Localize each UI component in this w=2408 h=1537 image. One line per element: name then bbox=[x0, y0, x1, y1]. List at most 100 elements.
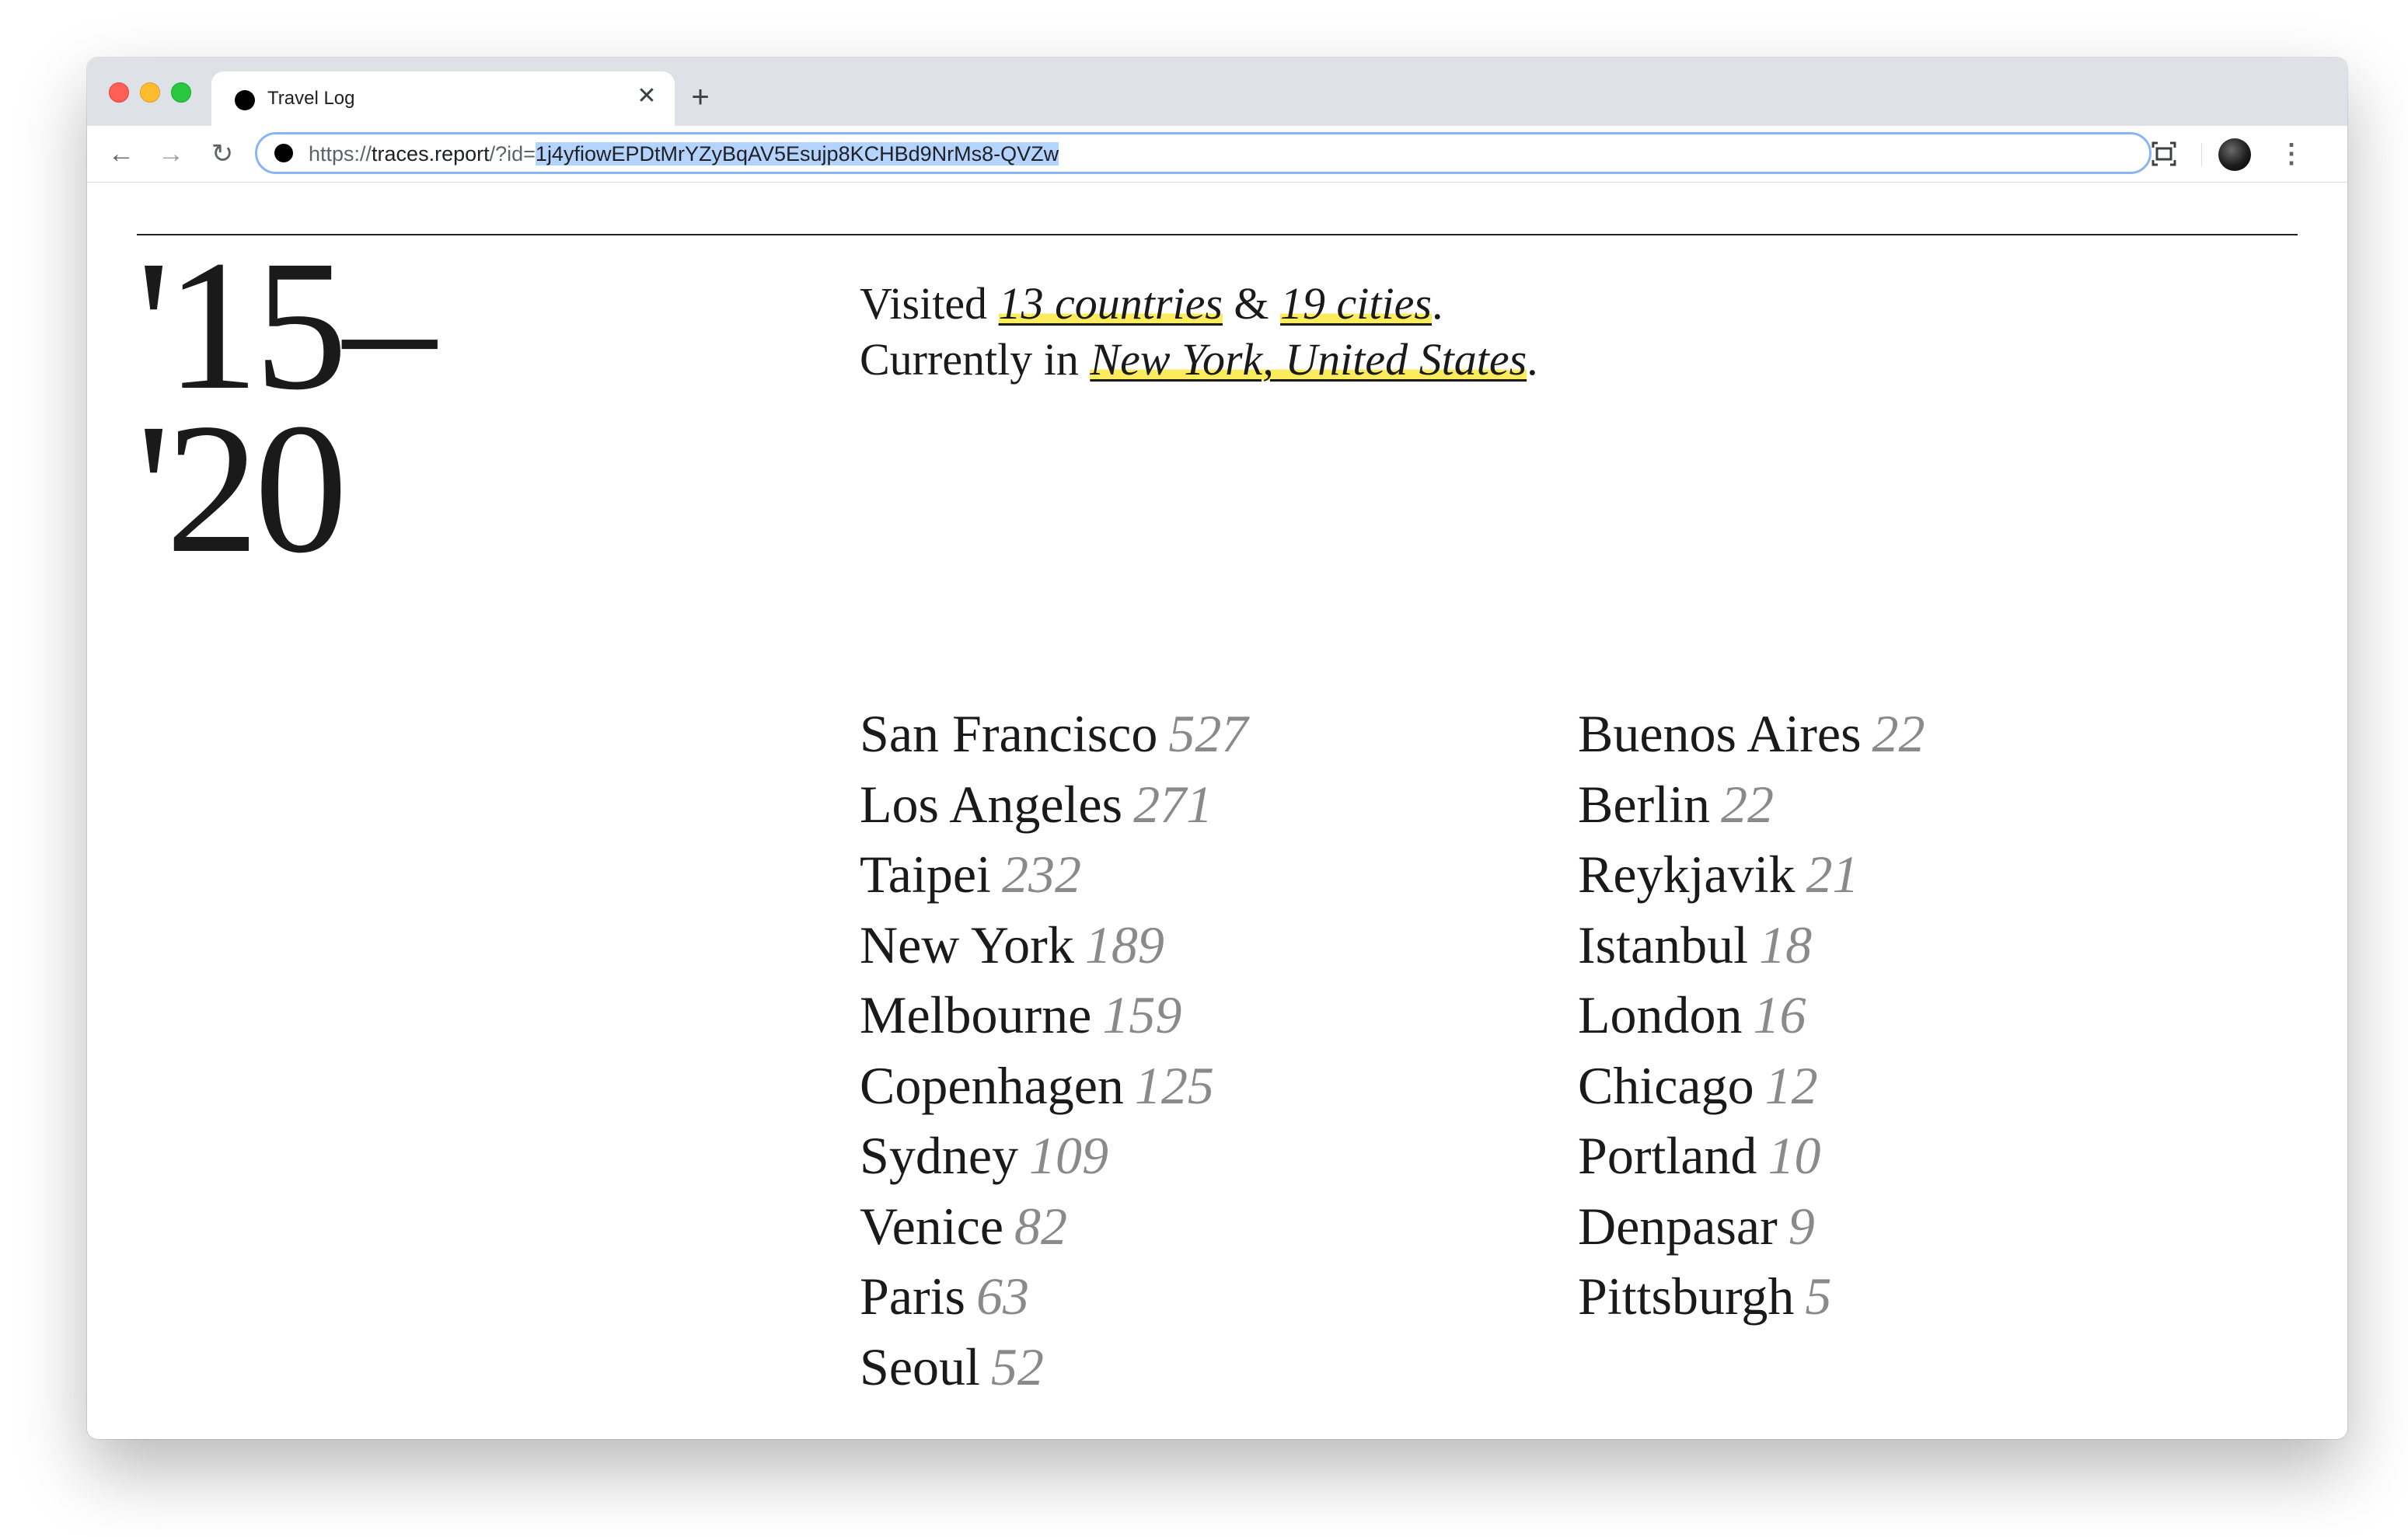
forward-button[interactable]: → bbox=[152, 135, 190, 173]
city-name: Buenos Aires bbox=[1578, 704, 1862, 763]
browser-window: Travel Log ✕ + ← → ↻ https://traces.repo… bbox=[87, 58, 2347, 1439]
year-range: '15– '20 bbox=[137, 221, 436, 591]
city-visit-count: 16 bbox=[1753, 985, 1806, 1044]
url-path: /?id= bbox=[489, 142, 536, 166]
toolbar-divider bbox=[2201, 143, 2202, 166]
year-end: '20 bbox=[137, 385, 347, 591]
profile-avatar[interactable] bbox=[2218, 138, 2251, 171]
city-row: Denpasar 9 bbox=[1578, 1191, 1925, 1262]
url-selected-id: 1j4yfiowEPDtMrYZyBqAV5Esujp8KCHBd9NrMs8-… bbox=[535, 142, 1059, 166]
city-visit-count: 232 bbox=[1001, 845, 1081, 904]
city-list-right: Buenos Aires 22 Berlin 22 Reykjavik 21 Istanbu… bbox=[1578, 699, 1925, 1332]
city-row: Melbourne 159 bbox=[860, 980, 1248, 1051]
top-divider bbox=[137, 234, 2298, 235]
ampersand: & bbox=[1222, 278, 1281, 329]
city-visit-count: 12 bbox=[1764, 1055, 1818, 1115]
city-name: Berlin bbox=[1578, 774, 1710, 834]
city-row: Istanbul 18 bbox=[1578, 910, 1925, 981]
city-name: Pittsburgh bbox=[1578, 1267, 1795, 1326]
city-name: Istanbul bbox=[1578, 915, 1749, 974]
city-visit-count: 22 bbox=[1872, 704, 1925, 763]
page-content: '15– '20 Visited 13 countries & 19 citie… bbox=[87, 183, 2347, 1439]
city-name: Copenhagen bbox=[860, 1055, 1124, 1115]
city-name: Paris bbox=[860, 1267, 965, 1326]
visited-line: Visited 13 countries & 19 cities. bbox=[860, 276, 1538, 332]
url-text[interactable]: https://traces.report/?id=1j4yfiowEPDtMr… bbox=[309, 142, 1059, 166]
current-location-line: Currently in New York, United States. bbox=[860, 332, 1538, 388]
city-row: Sydney 109 bbox=[860, 1121, 1248, 1191]
favicon-icon bbox=[235, 90, 255, 110]
tab-strip: Travel Log ✕ + bbox=[87, 58, 2347, 126]
browser-toolbar: ← → ↻ https://traces.report/?id=1j4yfiow… bbox=[87, 126, 2347, 183]
url-scheme: https:// bbox=[309, 142, 372, 166]
period: . bbox=[1431, 278, 1443, 329]
close-window-button[interactable] bbox=[109, 82, 129, 103]
city-row: Pittsburgh 5 bbox=[1578, 1261, 1925, 1332]
city-row: New York 189 bbox=[860, 910, 1248, 981]
year-start: '15– bbox=[137, 221, 436, 428]
city-visit-count: 9 bbox=[1788, 1196, 1815, 1256]
currently-prefix: Currently in bbox=[860, 334, 1091, 385]
city-visit-count: 82 bbox=[1014, 1196, 1068, 1256]
city-row: San Francisco 527 bbox=[860, 699, 1248, 769]
travel-summary: Visited 13 countries & 19 cities. Curren… bbox=[860, 276, 1538, 388]
city-row: Paris 63 bbox=[860, 1261, 1248, 1332]
site-info-icon[interactable] bbox=[274, 144, 293, 162]
city-row: Seoul 52 bbox=[860, 1332, 1248, 1403]
city-visit-count: 18 bbox=[1759, 915, 1813, 974]
city-visit-count: 527 bbox=[1168, 704, 1248, 763]
city-name: Venice bbox=[860, 1196, 1004, 1256]
city-name: Denpasar bbox=[1578, 1196, 1778, 1256]
city-visit-count: 52 bbox=[990, 1337, 1044, 1396]
city-name: Los Angeles bbox=[860, 774, 1123, 834]
city-visit-count: 10 bbox=[1768, 1126, 1821, 1185]
period: . bbox=[1527, 334, 1538, 385]
url-host: traces.report bbox=[372, 142, 490, 166]
current-location-link[interactable]: New York, United States bbox=[1090, 334, 1527, 385]
minimize-window-button[interactable] bbox=[140, 82, 160, 103]
city-row: Chicago 12 bbox=[1578, 1051, 1925, 1121]
city-row: London 16 bbox=[1578, 980, 1925, 1051]
city-list-left: San Francisco 527 Los Angeles 271 Taipei 232 N… bbox=[860, 699, 1248, 1402]
new-tab-button[interactable]: + bbox=[681, 78, 720, 117]
city-name: Seoul bbox=[860, 1337, 980, 1396]
city-visit-count: 22 bbox=[1720, 774, 1774, 834]
city-name: Reykjavik bbox=[1578, 845, 1796, 904]
visited-prefix: Visited bbox=[860, 278, 999, 329]
city-visit-count: 189 bbox=[1084, 915, 1164, 974]
countries-link[interactable]: 13 countries bbox=[998, 278, 1223, 329]
tab-travel-log[interactable]: Travel Log ✕ bbox=[211, 71, 675, 126]
city-row: Taipei 232 bbox=[860, 839, 1248, 910]
city-visit-count: 159 bbox=[1102, 985, 1182, 1044]
city-name: Portland bbox=[1578, 1126, 1757, 1185]
back-button[interactable]: ← bbox=[103, 135, 140, 173]
screenshot-icon[interactable] bbox=[2147, 137, 2181, 171]
city-visit-count: 63 bbox=[976, 1267, 1029, 1326]
city-name: San Francisco bbox=[860, 704, 1158, 763]
menu-dots-icon[interactable]: ⋮ bbox=[2276, 137, 2307, 171]
city-row: Venice 82 bbox=[860, 1191, 1248, 1262]
address-bar[interactable]: https://traces.report/?id=1j4yfiowEPDtMr… bbox=[255, 132, 2151, 174]
city-row: Copenhagen 125 bbox=[860, 1051, 1248, 1121]
city-visit-count: 5 bbox=[1805, 1267, 1832, 1326]
cities-link[interactable]: 19 cities bbox=[1280, 278, 1432, 329]
city-row: Buenos Aires 22 bbox=[1578, 699, 1925, 769]
city-row: Reykjavik 21 bbox=[1578, 839, 1925, 910]
reload-button[interactable]: ↻ bbox=[204, 135, 241, 173]
city-name: Taipei bbox=[860, 845, 991, 904]
city-name: Chicago bbox=[1578, 1055, 1754, 1115]
tab-title: Travel Log bbox=[267, 88, 355, 109]
city-name: London bbox=[1578, 985, 1743, 1044]
city-visit-count: 271 bbox=[1133, 774, 1213, 834]
city-visit-count: 21 bbox=[1806, 845, 1859, 904]
city-name: New York bbox=[860, 915, 1074, 974]
close-tab-icon[interactable]: ✕ bbox=[633, 82, 661, 110]
city-name: Melbourne bbox=[860, 985, 1092, 1044]
city-visit-count: 109 bbox=[1029, 1126, 1108, 1185]
city-row: Los Angeles 271 bbox=[860, 769, 1248, 840]
city-row: Berlin 22 bbox=[1578, 769, 1925, 840]
city-name: Sydney bbox=[860, 1126, 1018, 1185]
zoom-window-button[interactable] bbox=[171, 82, 191, 103]
city-row: Portland 10 bbox=[1578, 1121, 1925, 1191]
city-visit-count: 125 bbox=[1134, 1055, 1214, 1115]
